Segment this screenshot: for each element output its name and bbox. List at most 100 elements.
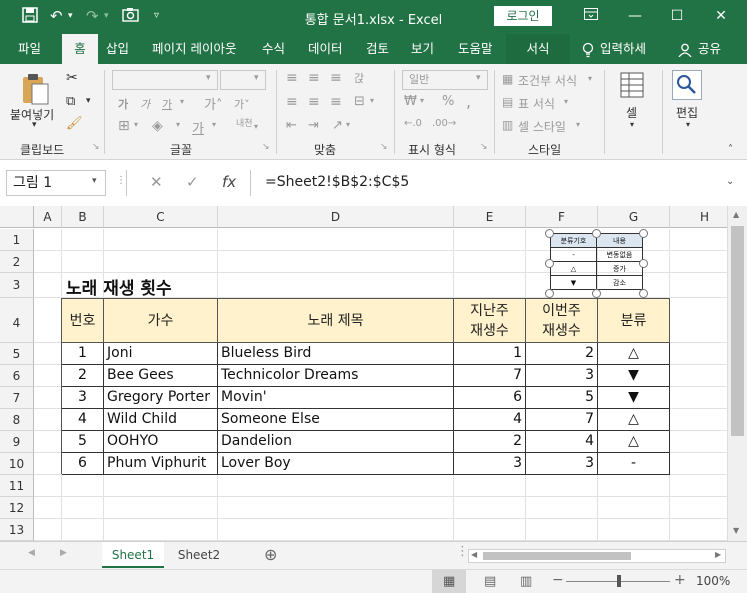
font-name-combo[interactable] [112, 70, 218, 90]
zoom-slider-thumb[interactable] [617, 575, 621, 587]
editing-button[interactable]: 편집 [676, 104, 698, 121]
table-row-cell[interactable]: 3 [454, 453, 526, 475]
currency-dropdown-icon[interactable]: ▾ [420, 96, 424, 105]
table-row-cell[interactable]: 2 [454, 431, 526, 453]
resize-handle[interactable] [545, 229, 554, 238]
table-row-cell[interactable]: - [598, 453, 670, 475]
header-song[interactable]: 노래 제목 [218, 299, 454, 343]
tab-view[interactable]: 보기 [411, 34, 434, 64]
page-layout-view-icon[interactable]: ▤ [484, 574, 496, 589]
row-header-10[interactable]: 10 [0, 453, 34, 475]
font-color-icon[interactable]: 가 [192, 118, 204, 137]
cut-icon[interactable]: ✂ [66, 70, 78, 86]
fill-dropdown-icon[interactable]: ▾ [176, 120, 180, 129]
person-icon[interactable] [678, 34, 692, 64]
row-header-9[interactable]: 9 [0, 431, 34, 453]
align-right-icon[interactable]: ≡ [330, 94, 342, 110]
scroll-up-icon[interactable]: ▲ [733, 210, 739, 219]
select-all-corner[interactable] [0, 206, 34, 228]
table-row-cell[interactable]: Joni [104, 343, 218, 365]
row-header-11[interactable]: 11 [0, 475, 34, 497]
enter-icon[interactable]: ✓ [186, 173, 199, 191]
table-row-cell[interactable]: Someone Else [218, 409, 454, 431]
prev-sheet-icon[interactable]: ◀ [28, 548, 35, 558]
tab-file[interactable]: 파일 [18, 34, 41, 64]
row-header-7[interactable]: 7 [0, 387, 34, 409]
table-row-cell[interactable]: 7 [454, 365, 526, 387]
header-artist[interactable]: 가수 [104, 299, 218, 343]
table-format-icon[interactable]: ▤ [502, 95, 513, 109]
resize-handle[interactable] [592, 289, 601, 298]
table-row-cell[interactable]: ▼ [598, 387, 670, 409]
table-row-cell[interactable]: Gregory Porter [104, 387, 218, 409]
underline-icon[interactable]: 가 [162, 96, 172, 112]
font-color-dropdown-icon[interactable]: ▾ [212, 120, 216, 129]
vertical-scrollbar[interactable]: ▲ ▼ [727, 206, 747, 541]
table-row-cell[interactable]: Bee Gees [104, 365, 218, 387]
sheet-title[interactable]: 노래 재생 횟수 [66, 274, 172, 299]
align-bottom-icon[interactable]: ≡ [330, 70, 342, 86]
h-scroll-thumb[interactable] [483, 552, 631, 560]
table-row-cell[interactable]: 2 [62, 365, 104, 387]
table-row-cell[interactable]: ▼ [598, 365, 670, 387]
table-row-cell[interactable]: OOHYO [104, 431, 218, 453]
header-number[interactable]: 번호 [62, 299, 104, 343]
resize-handle[interactable] [545, 289, 554, 298]
row-header-1[interactable]: 1 [0, 229, 34, 251]
normal-view-icon[interactable]: ▦ [443, 574, 455, 589]
row-header-6[interactable]: 6 [0, 365, 34, 387]
resize-handle[interactable] [639, 229, 648, 238]
row-header-12[interactable]: 12 [0, 497, 34, 519]
alignment-launcher-icon[interactable]: ↘ [380, 142, 388, 152]
name-box[interactable]: 그림 1 [6, 170, 106, 196]
column-header-f[interactable]: F [526, 206, 598, 228]
resize-handle[interactable] [639, 259, 648, 268]
cell-style-icon[interactable]: ▥ [502, 118, 513, 132]
table-row-cell[interactable]: 6 [454, 387, 526, 409]
table-row-cell[interactable]: 1 [62, 343, 104, 365]
cells-icon[interactable] [620, 72, 644, 101]
resize-handle[interactable] [639, 289, 648, 298]
column-header-b[interactable]: B [62, 206, 104, 228]
currency-icon[interactable]: ₩ [404, 94, 417, 109]
tab-page-layout[interactable]: 페이지 레이아웃 [152, 34, 236, 64]
font-size-dropdown-icon[interactable]: ▾ [254, 73, 259, 83]
decrease-indent-icon[interactable]: ⇤ [286, 118, 297, 133]
border-dropdown-icon[interactable]: ▾ [134, 120, 138, 129]
copy-icon[interactable]: ⧉ [66, 94, 75, 109]
table-row-cell[interactable]: Movin' [218, 387, 454, 409]
row-header-2[interactable]: 2 [0, 251, 34, 273]
scroll-thumb[interactable] [731, 226, 744, 436]
align-left-icon[interactable]: ≡ [286, 94, 298, 110]
number-format-dropdown-icon[interactable]: ▾ [476, 73, 481, 83]
phonetic-icon[interactable]: 내천 [236, 116, 253, 129]
column-header-d[interactable]: D [218, 206, 454, 228]
table-row-cell[interactable]: 7 [526, 409, 598, 431]
table-row-cell[interactable]: Technicolor Dreams [218, 365, 454, 387]
paste-dropdown-icon[interactable]: ▾ [32, 120, 37, 130]
horizontal-scrollbar[interactable]: ◀ ▶ [468, 549, 726, 563]
decrease-decimal-icon[interactable]: .00→ [432, 118, 456, 129]
table-row-cell[interactable]: Dandelion [218, 431, 454, 453]
italic-icon[interactable]: 가 [140, 96, 150, 112]
table-format-dropdown-icon[interactable]: ▾ [564, 97, 568, 106]
table-row-cell[interactable]: 6 [62, 453, 104, 475]
clipboard-launcher-icon[interactable]: ↘ [92, 142, 100, 152]
tab-home[interactable]: 홈 [62, 34, 98, 64]
copy-dropdown-icon[interactable]: ▾ [86, 96, 91, 106]
font-size-combo[interactable] [220, 70, 266, 90]
table-row-cell[interactable]: Wild Child [104, 409, 218, 431]
tab-data[interactable]: 데이터 [308, 34, 343, 64]
editing-dropdown-icon[interactable]: ▾ [686, 120, 690, 129]
wrap-text-icon[interactable]: 갅 [354, 70, 364, 86]
legend-picture[interactable]: 분류기호 내용 - 변동없음 △ 증가 ▼ 감소 [550, 233, 643, 293]
table-format-button[interactable]: 표 서식 [518, 95, 555, 112]
column-header-g[interactable]: G [598, 206, 670, 228]
row-header-4[interactable]: 4 [0, 298, 34, 343]
align-middle-icon[interactable]: ≡ [308, 70, 320, 86]
conditional-format-button[interactable]: 조건부 서식 [518, 72, 577, 89]
formula-input[interactable]: =Sheet2!$B$2:$C$5 [250, 170, 740, 196]
table-row-cell[interactable]: 5 [62, 431, 104, 453]
page-break-view-icon[interactable]: ▥ [520, 574, 532, 589]
scroll-left-icon[interactable]: ◀ [471, 550, 477, 559]
